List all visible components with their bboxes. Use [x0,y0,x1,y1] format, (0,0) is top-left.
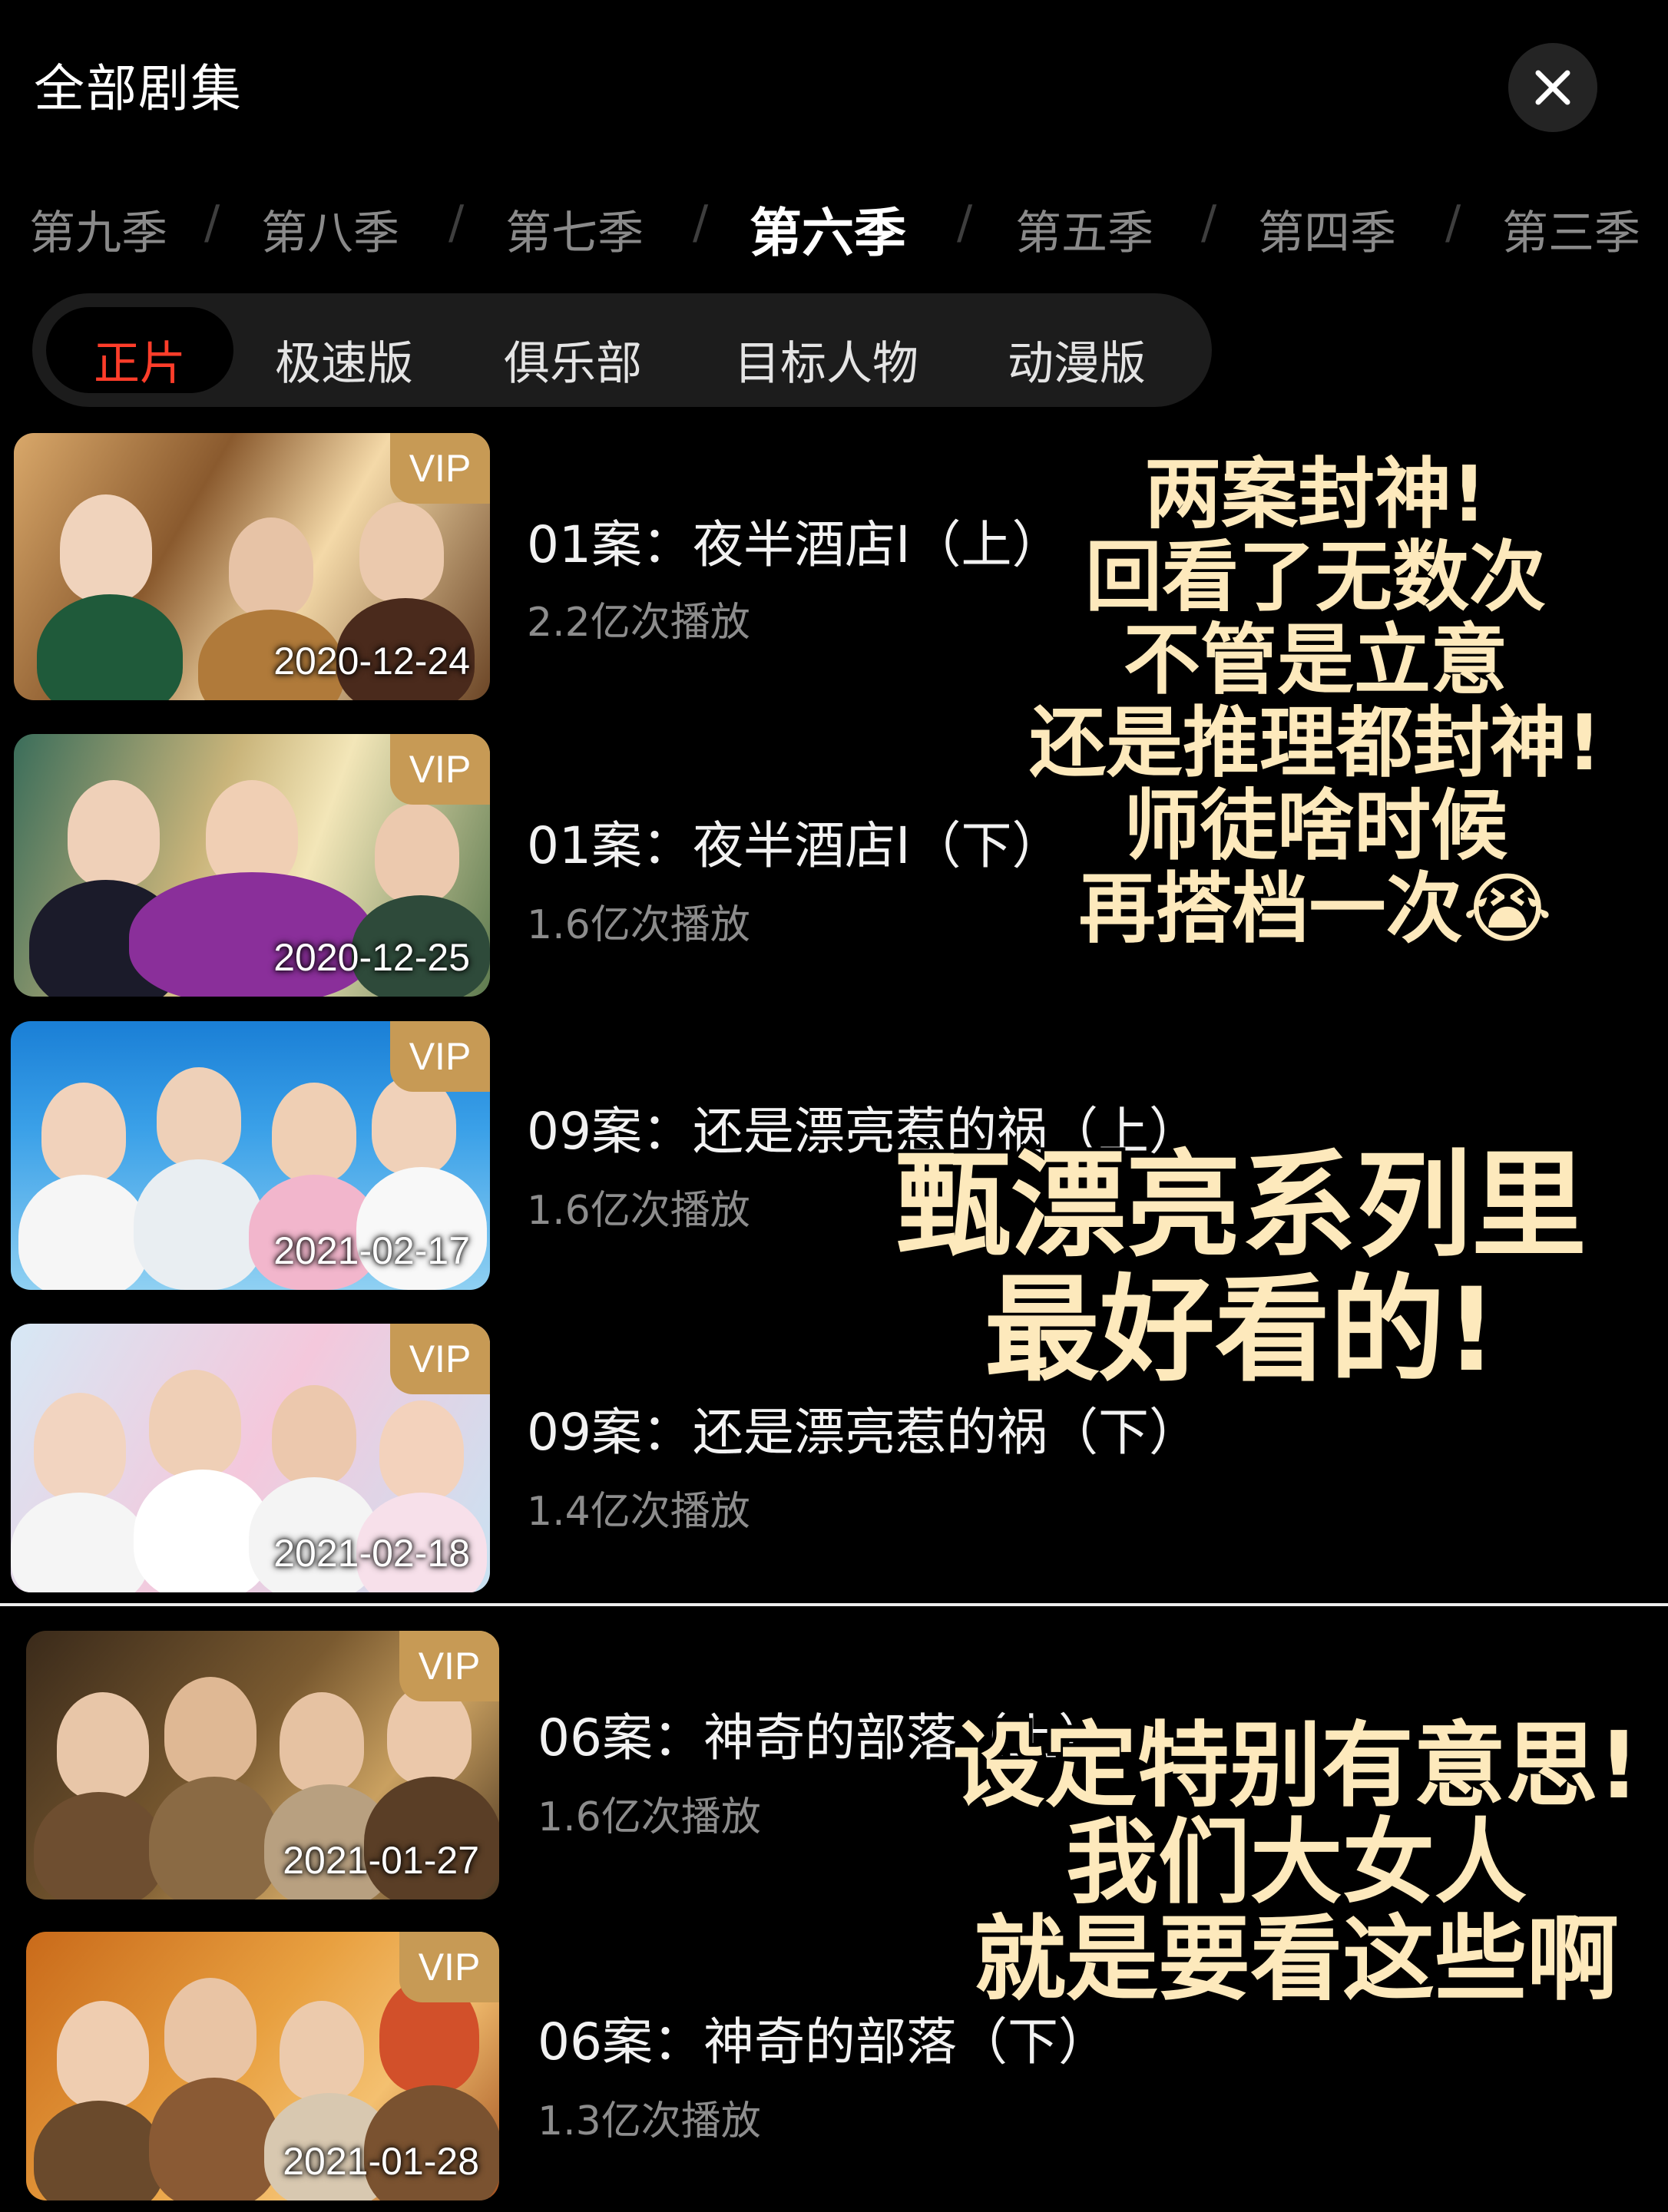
overlay-note-3: 设定特别有意思! 我们大女人 就是要看这些啊 [935,1713,1657,2013]
tab-season-8[interactable]: 第八季 [261,196,399,263]
subtab-main[interactable]: 正片 [94,326,186,393]
episode-date: 2021-01-27 [283,1839,479,1882]
overlay-note-line: 还是推理都封神! [1025,698,1606,789]
season-separator: / [1201,196,1217,250]
episode-date: 2021-01-28 [283,2140,479,2183]
episode-thumbnail[interactable]: VIP 2021-02-18 [11,1324,490,1592]
episode-play-count: 1.6亿次播放 [527,902,750,948]
overlay-note-2: 甄漂亮系列里 最好看的! [834,1139,1648,1397]
season-separator: / [693,196,709,250]
page-title: 全部剧集 [34,59,243,118]
season-separator: / [957,196,973,250]
episode-thumbnail[interactable]: VIP 2020-12-25 [14,734,490,997]
overlay-note-line: 再搭档一次😭 [1075,864,1557,954]
tab-season-3[interactable]: 第三季 [1502,196,1640,263]
tab-season-5[interactable]: 第五季 [1015,196,1153,263]
vip-badge: VIP [390,433,490,504]
divider [0,1603,1668,1606]
subtab-anime[interactable]: 动漫版 [1008,326,1146,393]
overlay-note-line: 甄漂亮系列里 [892,1139,1590,1273]
tab-season-6[interactable]: 第六季 [750,190,906,266]
overlay-note-line: 我们大女人 [1062,1810,1531,1916]
vip-badge: VIP [399,1631,499,1701]
overlay-note-line: 最好看的! [981,1264,1501,1397]
overlay-note-line: 设定特别有意思! [949,1713,1644,1820]
episode-play-count: 2.2亿次播放 [527,600,750,646]
subtab-fast[interactable]: 极速版 [275,326,413,393]
episode-date: 2020-12-25 [273,936,470,979]
overlay-note-line: 就是要看这些啊 [970,1906,1623,2013]
episode-thumbnail[interactable]: VIP 2021-02-17 [11,1021,490,1290]
season-separator: / [204,196,220,250]
episode-thumbnail[interactable]: VIP 2021-01-28 [26,1932,499,2200]
overlay-note-line: 师徒啥时候 [1120,781,1511,871]
episode-play-count: 1.3亿次播放 [538,2098,761,2144]
overlay-note-line: 回看了无数次 [1081,532,1550,623]
episode-play-count: 1.4亿次播放 [527,1489,750,1535]
overlay-note-line: 不管是立意 [1120,615,1511,706]
vip-badge: VIP [399,1932,499,2002]
subtab-target[interactable]: 目标人物 [734,326,918,393]
tab-season-9[interactable]: 第九季 [29,196,167,263]
vip-badge: VIP [390,734,490,805]
episode-title[interactable]: 01案：夜半酒店I（上） [527,504,1062,577]
episode-date: 2021-02-18 [273,1532,470,1575]
overlay-note-line: 两案封神! [1140,449,1491,540]
vip-badge: VIP [390,1021,490,1092]
subtab-club[interactable]: 俱乐部 [504,326,642,393]
vip-badge: VIP [390,1324,490,1394]
tab-season-7[interactable]: 第七季 [505,196,644,263]
episode-thumbnail[interactable]: VIP 2021-01-27 [26,1631,499,1900]
episode-title[interactable]: 01案：夜半酒店I（下） [527,805,1062,878]
close-button[interactable] [1508,43,1597,132]
episode-title[interactable]: 09案：还是漂亮惹的祸（下） [527,1391,1200,1465]
episode-date: 2020-12-24 [273,640,470,683]
season-separator: / [1445,196,1461,250]
episode-play-count: 1.6亿次播放 [527,1188,750,1234]
season-separator: / [448,196,465,250]
overlay-note-1: 两案封神! 回看了无数次 不管是立意 还是推理都封神! 师徒啥时候 再搭档一次😭 [1012,449,1619,954]
episode-play-count: 1.6亿次播放 [538,1794,761,1840]
close-icon [1535,70,1570,105]
tab-season-4[interactable]: 第四季 [1258,196,1396,263]
episode-thumbnail[interactable]: VIP 2020-12-24 [14,433,490,700]
episode-date: 2021-02-17 [273,1229,470,1272]
